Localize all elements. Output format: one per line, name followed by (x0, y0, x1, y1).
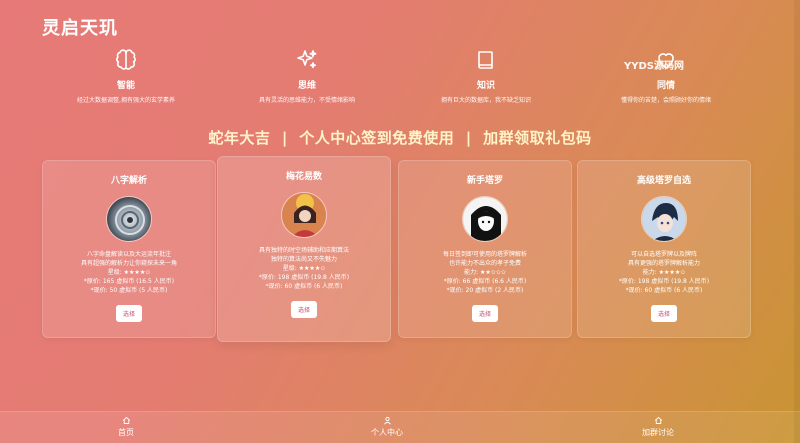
nav-item-home[interactable]: 首页 (66, 416, 186, 438)
card-rating: 能力: ★★✩✩✩ (464, 269, 506, 276)
sparkle-icon (297, 50, 317, 69)
feature-knowledge: 知识 拥有巨大的数据库，我不缺乏知识 (396, 48, 576, 104)
feature-title: 知识 (476, 81, 495, 91)
nav-label: 首页 (118, 428, 134, 437)
service-card-meihua: 梅花易数 具有独特的时空场辅助和应期算法 独特的算法尚又不失魅力 星级: ★★★… (217, 156, 391, 342)
card-desc-line: 每日签到即可使用的塔罗牌解析 (442, 251, 527, 258)
feature-desc: 经过大数据调整,拥有强大的玄学素养 (77, 97, 175, 104)
service-card-bazi: 八字解析 八字命盘解读以及大运流年批注 具有超强的解析力让你窥探未来一角 星级:… (42, 160, 216, 338)
card-desc-line: 可以自选塔罗牌以及牌阵 (630, 251, 697, 258)
watermark-text: YYDS源码网 (624, 61, 684, 72)
current-price: *现价: 60 虚拟币 (6 人民币) (625, 287, 703, 294)
bottom-nav: 首页 个人中心 加群讨论 (0, 411, 800, 443)
feature-thinking: 思维 具有灵活的思维能力，不受情绪影响 (217, 48, 397, 104)
select-button[interactable]: 选择 (290, 301, 317, 318)
nav-label: 个人中心 (371, 428, 403, 437)
card-title: 梅花易数 (285, 172, 322, 182)
feature-title: 智能 (116, 81, 135, 91)
card-desc-line: 具有独特的时空场辅助和应期算法 (258, 247, 349, 254)
current-price: *现价: 20 虚拟币 (2 人民币) (446, 287, 524, 294)
book-icon (478, 51, 493, 69)
current-price: *现价: 60 虚拟币 (6 人民币) (265, 283, 343, 290)
original-price: *原价: 165 虚拟币 (16.5 人民币) (83, 278, 175, 285)
scrollbar[interactable] (794, 0, 800, 443)
card-title: 新手塔罗 (466, 176, 503, 186)
brain-icon (116, 49, 136, 70)
app-title: 灵启天玑 (42, 18, 118, 39)
group-icon (654, 416, 662, 424)
card-desc-line: 八字命盘解读以及大运流年批注 (86, 251, 171, 258)
avatar (281, 192, 327, 238)
user-icon (383, 416, 391, 425)
feature-desc: 具有灵活的思维能力，不受情绪影响 (258, 97, 355, 104)
service-card-advanced-tarot: 高级塔罗自选 可以自选塔罗牌以及牌阵 具有更强的塔罗牌解析能力 能力: ★★★★… (577, 160, 751, 338)
card-desc-line: 具有超强的解析力让你窥探未来一角 (80, 260, 177, 267)
original-price: *原价: 198 虚拟币 (19.8 人民币) (258, 274, 350, 281)
avatar (462, 196, 508, 242)
card-rating: 星级: ★★★★✩ (282, 265, 326, 272)
select-button[interactable]: 选择 (115, 305, 142, 322)
card-desc-line: 独特的算法尚又不失魅力 (270, 256, 337, 263)
card-desc-line: 也许能力不出众的孝子免费 (448, 260, 521, 267)
card-title: 八字解析 (110, 176, 147, 186)
feature-smart: 智能 经过大数据调整,拥有强大的玄学素养 (36, 48, 216, 104)
nav-label: 加群讨论 (642, 428, 674, 437)
nav-item-profile[interactable]: 个人中心 (327, 416, 447, 438)
feature-title: 同情 (656, 81, 675, 91)
service-card-novice-tarot: 新手塔罗 每日签到即可使用的塔罗牌解析 也许能力不出众的孝子免费 能力: ★★✩… (398, 160, 572, 338)
nav-item-group[interactable]: 加群讨论 (598, 416, 718, 438)
promo-banner: 蛇年大吉 | 个人中心签到免费使用 | 加群领取礼包码 (208, 129, 592, 147)
feature-desc: 懂得你的苦楚，会照顾好你的情绪 (620, 97, 711, 104)
feature-desc: 拥有巨大的数据库，我不缺乏知识 (440, 97, 531, 104)
select-button[interactable]: 选择 (650, 305, 677, 322)
card-desc-line: 具有更强的塔罗牌解析能力 (627, 260, 700, 267)
original-price: *原价: 66 虚拟币 (6.6 人民币) (443, 278, 527, 285)
select-button[interactable]: 选择 (471, 305, 498, 322)
home-icon (122, 416, 130, 424)
card-rating: 能力: ★★★★✩ (642, 269, 686, 276)
current-price: *现价: 50 虚拟币 (5 人民币) (90, 287, 168, 294)
avatar (106, 196, 152, 242)
avatar (641, 196, 687, 242)
feature-title: 思维 (297, 81, 316, 91)
card-rating: 星级: ★★★★✩ (107, 269, 151, 276)
original-price: *原价: 198 虚拟币 (19.8 人民币) (618, 278, 710, 285)
card-title: 高级塔罗自选 (636, 176, 691, 186)
